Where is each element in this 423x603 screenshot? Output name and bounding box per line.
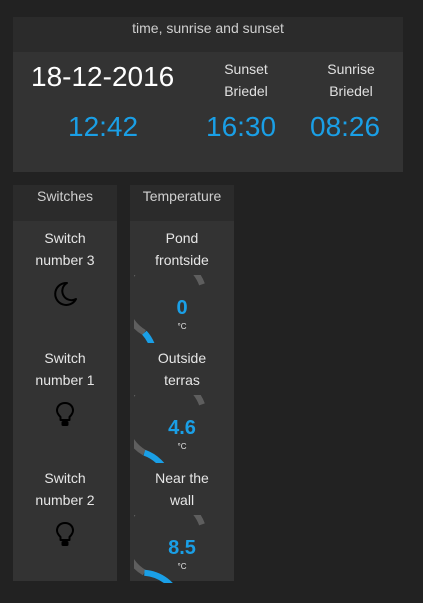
current-time: 12:42: [68, 111, 139, 142]
sunset-time: 16:30: [206, 111, 277, 142]
switch-tile-number-1[interactable]: Switch number 1: [13, 343, 117, 463]
current-date: 18-12-2016: [31, 61, 175, 92]
gauge-fill: [142, 330, 155, 343]
temperature-unit: °C: [177, 562, 187, 571]
switch-tile-number-3[interactable]: Switch number 3: [13, 223, 117, 343]
sunrise-label-line1: Sunrise: [327, 61, 375, 77]
switch-label-line1: Switch: [44, 230, 86, 246]
temperature-label: Outside terras: [130, 347, 234, 391]
temperature-label: Near the wall: [130, 467, 234, 511]
temperature-label-line2: wall: [169, 492, 195, 508]
switch-label-line2: number 3: [35, 252, 95, 268]
temperature-panel: Temperature Pond frontside 0 °C Outside …: [130, 185, 234, 583]
temperature-value: 0: [176, 297, 188, 319]
switch-label: Switch number 3: [13, 227, 117, 271]
moon-icon[interactable]: [50, 279, 80, 309]
switch-label-line2: number 2: [35, 492, 95, 508]
temperature-label: Pond frontside: [130, 227, 234, 271]
switch-label-line1: Switch: [44, 350, 86, 366]
temperature-gauge: 0 °C: [134, 275, 230, 343]
temperature-gauge: 8.5 °C: [134, 515, 230, 583]
sunrise-label-line2: Briedel: [329, 83, 373, 99]
temperature-label-line1: Pond: [165, 230, 199, 246]
temperature-tile[interactable]: Near the wall 8.5 °C: [130, 463, 234, 583]
temperature-unit: °C: [177, 442, 187, 451]
temperature-unit: °C: [177, 322, 187, 331]
temperature-label-line2: terras: [164, 372, 200, 388]
gauge-fill: [144, 569, 173, 583]
time-panel-title: time, sunrise and sunset: [13, 17, 403, 52]
temperature-value: 4.6: [168, 417, 196, 439]
time-sun-panel: time, sunrise and sunset 18-12-2016 12:4…: [13, 17, 403, 172]
switch-label: Switch number 2: [13, 467, 117, 511]
temperature-title: Temperature: [130, 185, 234, 221]
gauge-fill: [143, 449, 165, 463]
lightbulb-icon[interactable]: [50, 399, 80, 429]
temperature-tile[interactable]: Outside terras 4.6 °C: [130, 343, 234, 463]
switch-label-line1: Switch: [44, 470, 86, 486]
switch-label: Switch number 1: [13, 347, 117, 391]
sunset-label-line1: Sunset: [224, 61, 268, 77]
temperature-label-line1: Outside: [157, 350, 207, 366]
switches-title: Switches: [13, 185, 117, 221]
switch-label-line2: number 1: [35, 372, 95, 388]
sunset-label-line2: Briedel: [224, 83, 268, 99]
switches-panel: Switches Switch number 3 Switch number 1…: [13, 185, 117, 581]
temperature-label-line1: Near the: [155, 470, 209, 486]
temperature-value: 8.5: [168, 537, 196, 559]
temperature-gauge: 4.6 °C: [134, 395, 230, 463]
sunrise-time: 08:26: [310, 111, 381, 142]
temperature-tile[interactable]: Pond frontside 0 °C: [130, 223, 234, 343]
lightbulb-icon[interactable]: [50, 519, 80, 549]
temperature-label-line2: frontside: [155, 252, 209, 268]
switch-tile-number-2[interactable]: Switch number 2: [13, 463, 117, 583]
